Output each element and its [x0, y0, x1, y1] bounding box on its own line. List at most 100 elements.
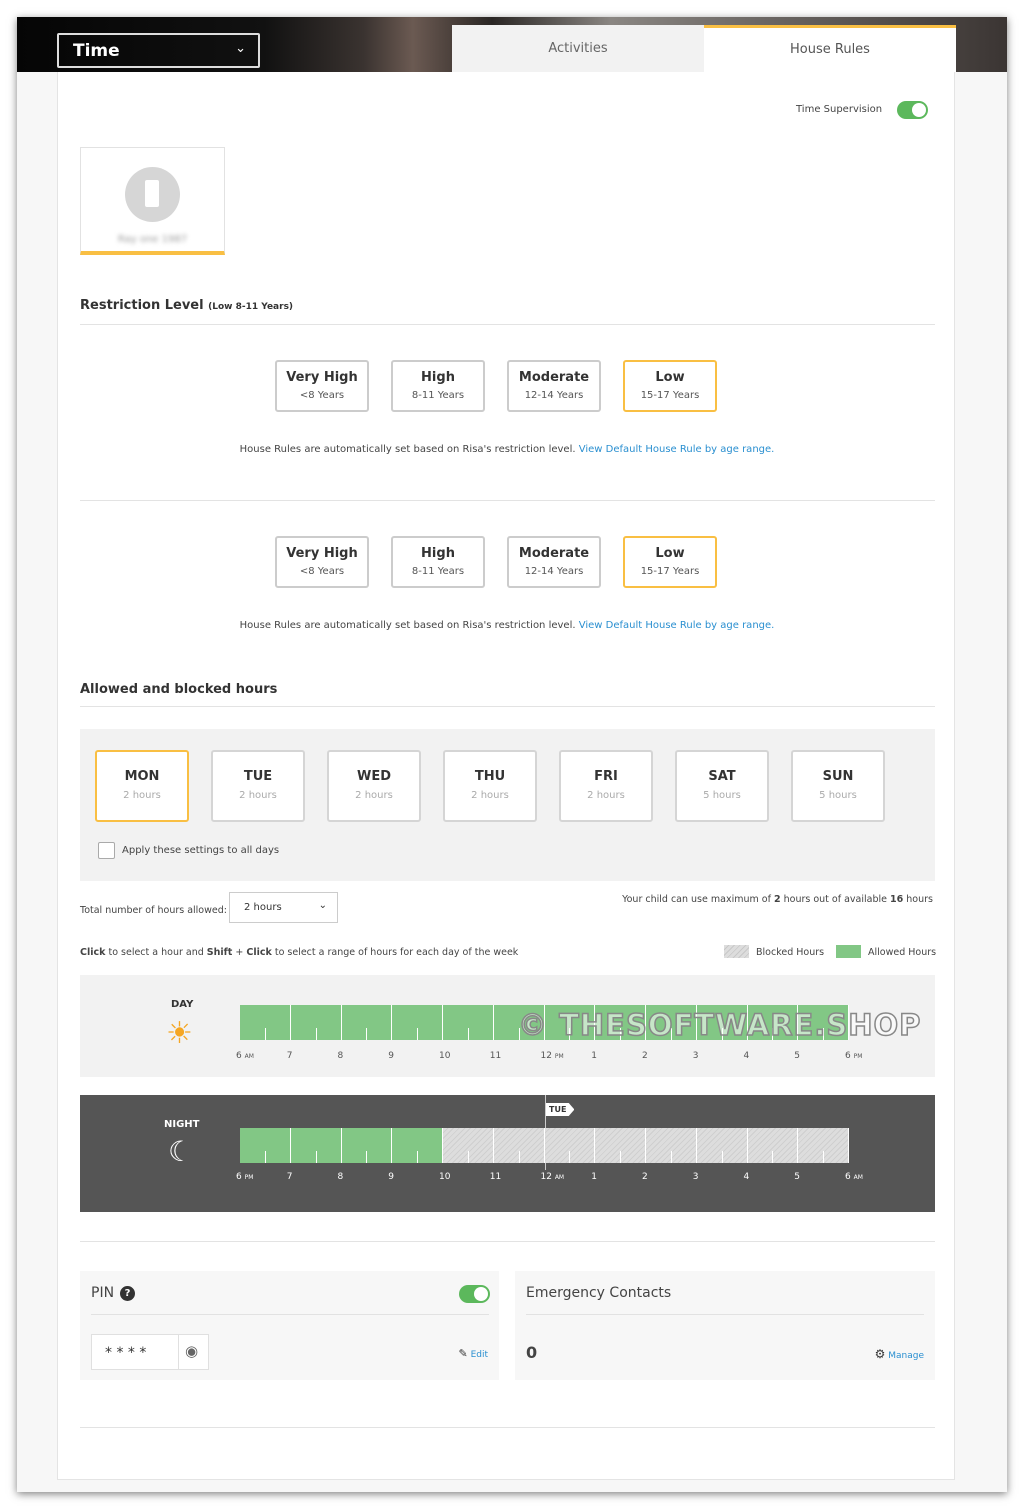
total-hours-select[interactable]: 2 hours ⌄ — [229, 892, 338, 923]
allowed-hour-cell[interactable] — [240, 1128, 291, 1163]
tick-label: 1 — [591, 1051, 597, 1061]
tick-label: 4 — [743, 1051, 750, 1061]
pin-label: PIN — [91, 1285, 115, 1301]
tick-label: 7 — [286, 1172, 293, 1182]
pencil-icon: ✎ — [458, 1347, 468, 1360]
allowed-hour-cell[interactable] — [341, 1005, 393, 1040]
tick-label: 6 PM — [845, 1051, 863, 1061]
blocked-hour-cell[interactable] — [798, 1128, 849, 1163]
blocked-hour-cell[interactable] — [493, 1128, 545, 1163]
level-name: Very High — [286, 370, 358, 385]
level-moderate-button[interactable]: Moderate 12-14 Years — [507, 536, 601, 588]
pin-edit-link[interactable]: ✎ Edit — [458, 1347, 488, 1360]
hours-title: Allowed and blocked hours — [80, 682, 278, 697]
day-mon-button[interactable]: MON 2 hours — [95, 750, 189, 822]
restriction-title: Restriction Level (Low 8-11 Years) — [80, 474, 294, 489]
allowed-hour-cell[interactable] — [290, 1005, 342, 1040]
pin-toggle[interactable] — [459, 1285, 490, 1303]
blocked-hour-cell[interactable] — [696, 1128, 748, 1163]
app-window: Time ⌄ Activities House Rules Time Superv… — [17, 17, 1007, 1492]
day-marker: TUE — [546, 1103, 575, 1116]
day-fri-button[interactable]: FRI 2 hours — [559, 750, 653, 822]
allowed-hour-cell[interactable] — [392, 1005, 443, 1040]
divider — [80, 500, 935, 501]
edit-label: Edit — [470, 1350, 488, 1360]
tick-label: 8 — [337, 1051, 344, 1061]
level-very-high-button[interactable]: Very High <8 Years — [275, 360, 369, 412]
blocked-hour-cell[interactable] — [595, 1128, 646, 1163]
help-icon[interactable]: ? — [120, 1286, 135, 1301]
blocked-hour-cell[interactable] — [544, 1128, 596, 1163]
blocked-hour-cell[interactable] — [646, 1128, 697, 1163]
day-wed-button[interactable]: WED 2 hours — [327, 750, 421, 822]
tick-label: 8 — [337, 1172, 344, 1182]
apply-all-label: Apply these settings to all days — [122, 845, 280, 856]
pin-field[interactable]: * * * * ◉ — [91, 1334, 209, 1370]
default-rules-link[interactable]: View Default House Rule by age range. — [579, 620, 775, 631]
level-high-button[interactable]: High 8-11 Years — [391, 536, 485, 588]
day-hours: 2 hours — [239, 790, 277, 801]
legend-blocked: Blocked Hours — [756, 947, 825, 958]
allowed-hour-cell[interactable] — [392, 1128, 443, 1163]
header-banner: Time ⌄ Activities House Rules — [17, 17, 1007, 72]
manage-contacts-link[interactable]: ⚙ Manage — [875, 1347, 924, 1361]
divider — [80, 706, 935, 707]
divider — [80, 324, 935, 325]
tab-activities[interactable]: Activities — [452, 25, 704, 72]
level-range: 12-14 Years — [524, 390, 584, 401]
tick-label: 9 — [388, 1051, 394, 1061]
level-low-button[interactable]: Low 15-17 Years — [623, 536, 717, 588]
day-tue-button[interactable]: TUE 2 hours — [211, 750, 305, 822]
summary-used: 2 — [773, 894, 781, 905]
sun-icon: ☀ — [166, 1016, 193, 1051]
allowed-hour-cell[interactable] — [341, 1128, 393, 1163]
restriction-note: House Rules are automatically set based … — [239, 444, 775, 455]
tick-label: 3 — [692, 1051, 699, 1061]
level-moderate-button[interactable]: Moderate 12-14 Years — [507, 360, 601, 412]
tick-label: 9 — [388, 1172, 394, 1182]
level-name: Very High — [286, 546, 358, 561]
tick-label: 12 PM — [540, 1051, 564, 1061]
tick-label: 2 — [642, 1172, 648, 1182]
day-hours: 5 hours — [703, 790, 741, 801]
day-name: THU — [474, 769, 506, 784]
blocked-hour-cell[interactable] — [747, 1128, 799, 1163]
level-high-button[interactable]: High 8-11 Years — [391, 360, 485, 412]
apply-all-checkbox[interactable] — [98, 842, 115, 859]
legend-blocked-swatch — [724, 945, 749, 958]
night-hour-bar[interactable] — [240, 1128, 849, 1163]
eye-icon[interactable]: ◉ — [185, 1342, 198, 1360]
module-select[interactable]: Time ⌄ — [57, 33, 260, 68]
tick-label: 2 — [642, 1051, 648, 1061]
tick-label: 12 AM — [540, 1172, 565, 1182]
allowed-hour-cell[interactable] — [240, 1005, 291, 1040]
time-supervision-toggle[interactable] — [897, 101, 928, 119]
tab-house-rules[interactable]: House Rules — [704, 25, 956, 72]
tick-label: 6 AM — [236, 1051, 254, 1061]
summary-available: 16 — [890, 894, 904, 905]
level-name: Moderate — [518, 370, 590, 385]
day-sun-button[interactable]: SUN 5 hours — [791, 750, 885, 822]
day-name: SAT — [708, 769, 736, 784]
allowed-hour-cell[interactable] — [290, 1128, 342, 1163]
tick-label: 10 — [439, 1172, 451, 1182]
tick-label: 5 — [794, 1051, 800, 1061]
day-name: WED — [356, 769, 391, 784]
restriction-section: Restriction Level (Low 8-11 Years) Very … — [58, 474, 956, 644]
restriction-title: Restriction Level (Low 8-11 Years) — [80, 298, 294, 313]
device-card[interactable]: Ray one 1987 — [80, 147, 225, 255]
allowed-hour-cell[interactable] — [443, 1005, 494, 1040]
day-sat-button[interactable]: SAT 5 hours — [675, 750, 769, 822]
tick-label: 7 — [286, 1051, 293, 1061]
restriction-section: Restriction Level (Low 8-11 Years) Very … — [58, 298, 956, 468]
day-name: MON — [124, 769, 160, 784]
pin-panel: PIN ? * * * * ◉ ✎ Edit — [80, 1271, 499, 1380]
level-very-high-button[interactable]: Very High <8 Years — [275, 536, 369, 588]
level-low-button[interactable]: Low 15-17 Years — [623, 360, 717, 412]
watermark: © THESOFTWARE.SHOP — [517, 1007, 922, 1043]
default-rules-link[interactable]: View Default House Rule by age range. — [579, 444, 775, 455]
level-range: 12-14 Years — [524, 566, 584, 577]
blocked-hour-cell[interactable] — [443, 1128, 494, 1163]
day-thu-button[interactable]: THU 2 hours — [443, 750, 537, 822]
day-hours: 2 hours — [471, 790, 509, 801]
